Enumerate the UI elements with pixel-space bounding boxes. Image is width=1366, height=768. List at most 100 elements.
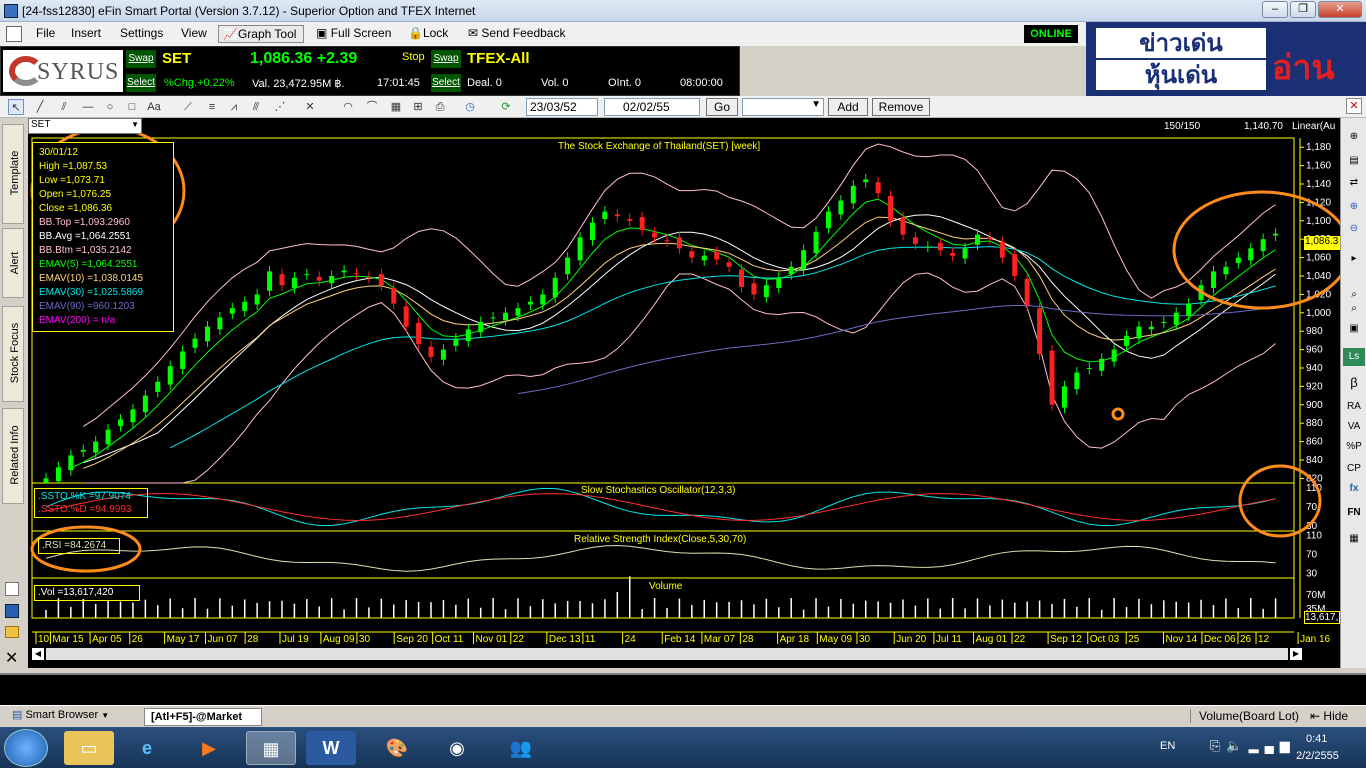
tray-icons[interactable]: ⎘🔈▂▄▆: [1210, 738, 1296, 754]
tab-stock-focus[interactable]: Stock Focus: [2, 306, 24, 402]
gann-tool-icon[interactable]: ⋰: [272, 99, 288, 115]
fan-tool-icon[interactable]: ⟋: [180, 99, 196, 115]
snapshot-tool-icon[interactable]: ⊞: [410, 99, 426, 115]
market-tab[interactable]: [Atl+F5]-@Market: [144, 708, 262, 726]
maximize-button[interactable]: ❐: [1290, 1, 1316, 18]
swap-button[interactable]: Swap: [126, 50, 156, 68]
pitchfork-tool-icon[interactable]: ⫻: [248, 99, 264, 115]
candle-body: [478, 322, 484, 333]
channel-tool-icon[interactable]: ⩘: [226, 99, 242, 115]
magnify-icon[interactable]: ⌕: [1343, 300, 1365, 318]
ie-taskbar-icon[interactable]: e: [122, 731, 172, 765]
va-icon[interactable]: VA: [1343, 418, 1365, 436]
select-button[interactable]: Select: [126, 74, 156, 92]
tab-template[interactable]: Template: [2, 124, 24, 224]
new-document-icon[interactable]: [5, 582, 19, 596]
indicator-select[interactable]: ▼: [742, 98, 824, 116]
compare-icon[interactable]: ⇄: [1343, 174, 1365, 192]
percent-p-icon[interactable]: %P: [1343, 438, 1365, 456]
volume-board-lot-button[interactable]: Volume(Board Lot): [1190, 709, 1302, 723]
cp-icon[interactable]: CP: [1343, 460, 1365, 478]
send-feedback-button[interactable]: ✉ Send Feedback: [468, 26, 565, 40]
start-button[interactable]: [4, 729, 48, 767]
menu-file[interactable]: File: [36, 26, 55, 40]
media-taskbar-icon[interactable]: ▶: [184, 731, 234, 765]
cycle-tool-icon[interactable]: ⌒: [364, 99, 380, 115]
refresh-icon[interactable]: ⟳: [498, 99, 514, 115]
ls-icon[interactable]: Ls: [1343, 348, 1365, 366]
chart-area[interactable]: 1,1801,1601,1401,1201,1001,0801,0601,040…: [28, 118, 1340, 668]
fn-icon[interactable]: FN: [1343, 504, 1365, 522]
menu-view[interactable]: View: [181, 26, 207, 40]
date-from-field[interactable]: 23/03/52: [526, 98, 598, 116]
go-button[interactable]: Go: [706, 98, 738, 116]
line-tool-icon[interactable]: ╱: [32, 99, 48, 115]
efin-taskbar-icon[interactable]: ▦: [246, 731, 296, 765]
remove-button[interactable]: Remove: [872, 98, 930, 116]
text-tool-icon[interactable]: Aa: [146, 99, 162, 115]
candle-body: [130, 409, 136, 423]
menu-insert[interactable]: Insert: [71, 26, 101, 40]
graph-tool-button[interactable]: 📈Graph Tool: [218, 25, 304, 43]
parallel-line-tool-icon[interactable]: ⫽: [56, 99, 72, 115]
price-tick-label: 1,060: [1306, 253, 1331, 264]
calculator-icon[interactable]: ▦: [1343, 530, 1365, 548]
camera-taskbar-icon[interactable]: ◉: [432, 731, 482, 765]
print-tool-icon[interactable]: ⎙: [432, 99, 448, 115]
fx-icon[interactable]: fx: [1343, 480, 1365, 498]
delete-tool-icon[interactable]: ✕: [302, 99, 318, 115]
language-indicator[interactable]: EN: [1160, 740, 1175, 752]
candle-body: [1024, 278, 1030, 306]
candle-body: [503, 312, 509, 321]
smart-browser-tab[interactable]: ▤ Smart Browser ▼: [12, 708, 124, 725]
app-menu-icon[interactable]: [6, 26, 22, 42]
menu-settings[interactable]: Settings: [120, 26, 163, 40]
messenger-taskbar-icon[interactable]: 👥: [496, 731, 546, 765]
chart-canvas[interactable]: 1,1801,1601,1401,1201,1001,0801,0601,040…: [28, 118, 1340, 668]
layout-icon[interactable]: ▣: [1343, 320, 1365, 338]
date-to-field[interactable]: 02/02/55: [604, 98, 700, 116]
paint-taskbar-icon[interactable]: 🎨: [372, 731, 422, 765]
arc-tool-icon[interactable]: ◠: [340, 99, 356, 115]
close-chart-icon[interactable]: ✕: [5, 648, 18, 668]
clock-icon[interactable]: ◷: [462, 99, 478, 115]
scroll-left-icon[interactable]: ◀: [32, 648, 44, 660]
tfex-select-button[interactable]: Select: [431, 74, 461, 92]
add-button[interactable]: Add: [828, 98, 868, 116]
circle-tool-icon[interactable]: ○: [102, 99, 118, 115]
beta-icon[interactable]: β: [1343, 374, 1365, 392]
hide-button[interactable]: ⇤ Hide: [1310, 709, 1348, 723]
scroll-right-icon[interactable]: ▶: [1290, 648, 1302, 660]
pointer-tool-icon[interactable]: ↖: [8, 99, 24, 115]
minimize-button[interactable]: –: [1262, 1, 1288, 18]
news-banner[interactable]: ข่าวเด่น หุ้นเด่น อ่าน: [1086, 22, 1366, 96]
rsi-title: Relative Strength Index(Close,5,30,70): [574, 534, 747, 545]
horizontal-scrollbar[interactable]: [46, 648, 1288, 660]
candle-body: [391, 287, 397, 304]
tfex-swap-button[interactable]: Swap: [431, 50, 461, 68]
word-taskbar-icon[interactable]: W: [306, 731, 356, 765]
horizontal-line-tool-icon[interactable]: —: [80, 99, 96, 115]
explorer-taskbar-icon[interactable]: ▭: [64, 731, 114, 765]
zoom-tool-icon[interactable]: ⊕: [1343, 128, 1365, 146]
chart-type-icon[interactable]: ▤: [1343, 152, 1365, 170]
info-line: BB.Btm =1,035.2142: [39, 245, 132, 256]
save-icon[interactable]: [5, 604, 19, 618]
open-icon[interactable]: [5, 626, 19, 638]
zoom-in-icon[interactable]: ⊕: [1343, 198, 1365, 216]
hide-label: Hide: [1323, 709, 1349, 723]
close-button[interactable]: ✕: [1318, 1, 1362, 18]
lock-button[interactable]: 🔒Lock: [408, 26, 448, 40]
symbol-select[interactable]: SET ▼: [28, 118, 142, 134]
panel-close-icon[interactable]: ✕: [1346, 98, 1362, 114]
rectangle-tool-icon[interactable]: □: [124, 99, 140, 115]
expand-icon[interactable]: ▸: [1343, 250, 1365, 268]
ra-icon[interactable]: RA: [1343, 398, 1365, 416]
grid-tool-icon[interactable]: ▦: [388, 99, 404, 115]
tfex-symbol: TFEX-All: [467, 50, 530, 67]
tab-alert[interactable]: Alert: [2, 228, 24, 298]
full-screen-button[interactable]: ▣ Full Screen: [316, 26, 391, 40]
zoom-out-icon[interactable]: ⊖: [1343, 220, 1365, 238]
tab-related-info[interactable]: Related Info: [2, 408, 24, 504]
fibonacci-tool-icon[interactable]: ≡: [204, 99, 220, 115]
